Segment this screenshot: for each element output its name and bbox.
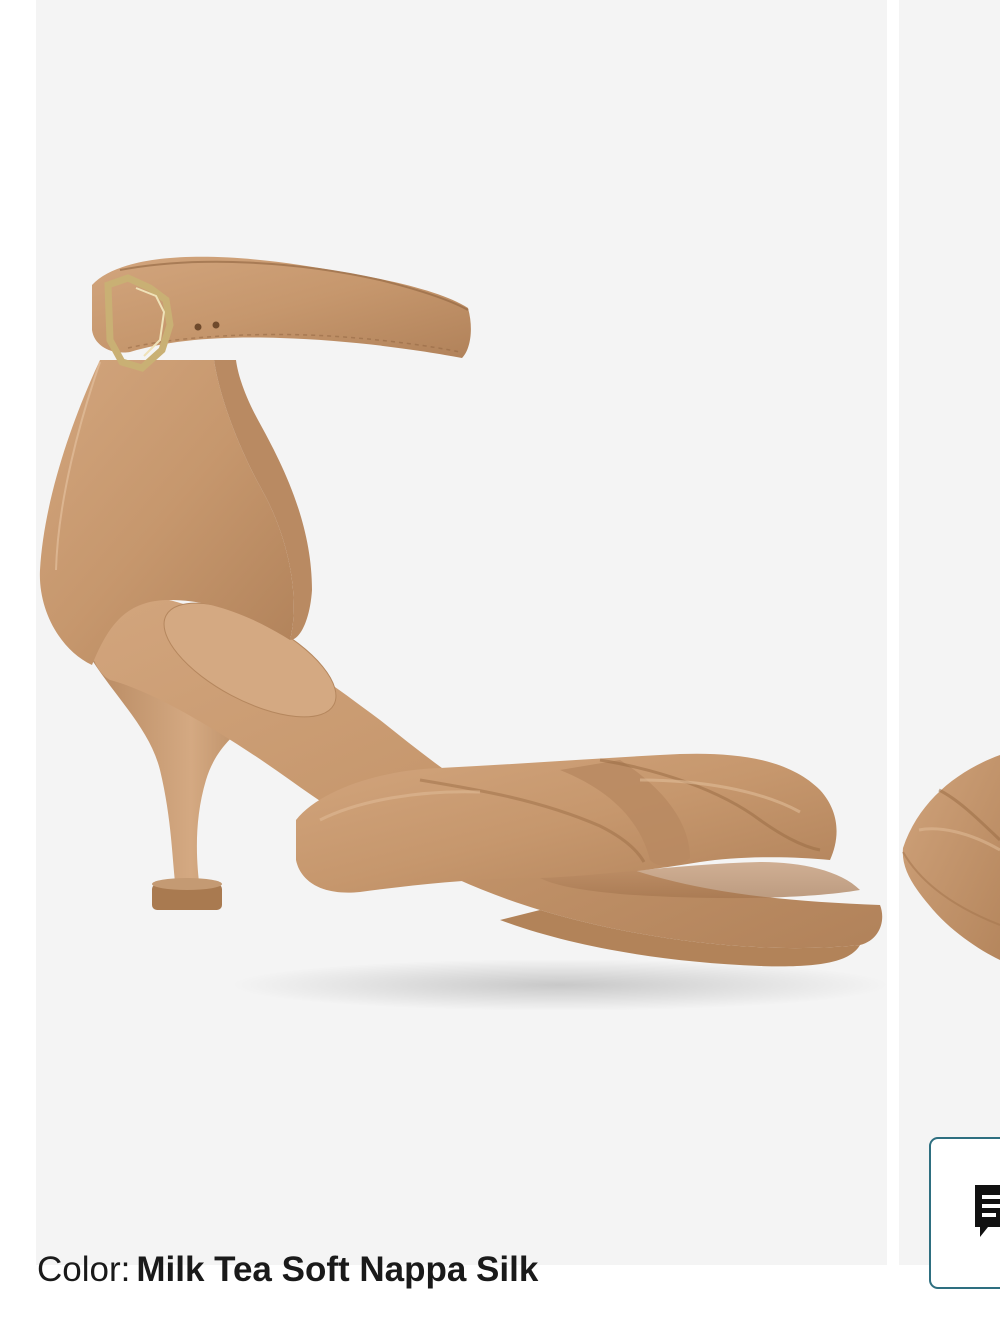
product-image-next[interactable] bbox=[899, 0, 1000, 1265]
chat-bubble-icon bbox=[975, 1185, 1000, 1237]
sandal-toe-illustration bbox=[902, 755, 1000, 960]
selected-color: Color: Milk Tea Soft Nappa Silk bbox=[37, 1244, 538, 1296]
color-value: Milk Tea Soft Nappa Silk bbox=[136, 1250, 539, 1289]
product-gallery-page: Color: Milk Tea Soft Nappa Silk bbox=[0, 0, 1000, 1333]
color-label: Color: bbox=[37, 1250, 131, 1289]
product-image-main[interactable] bbox=[36, 0, 887, 1265]
sandal-illustration bbox=[39, 256, 887, 1011]
chat-button[interactable] bbox=[929, 1137, 1000, 1289]
image-carousel[interactable] bbox=[0, 0, 1000, 1265]
